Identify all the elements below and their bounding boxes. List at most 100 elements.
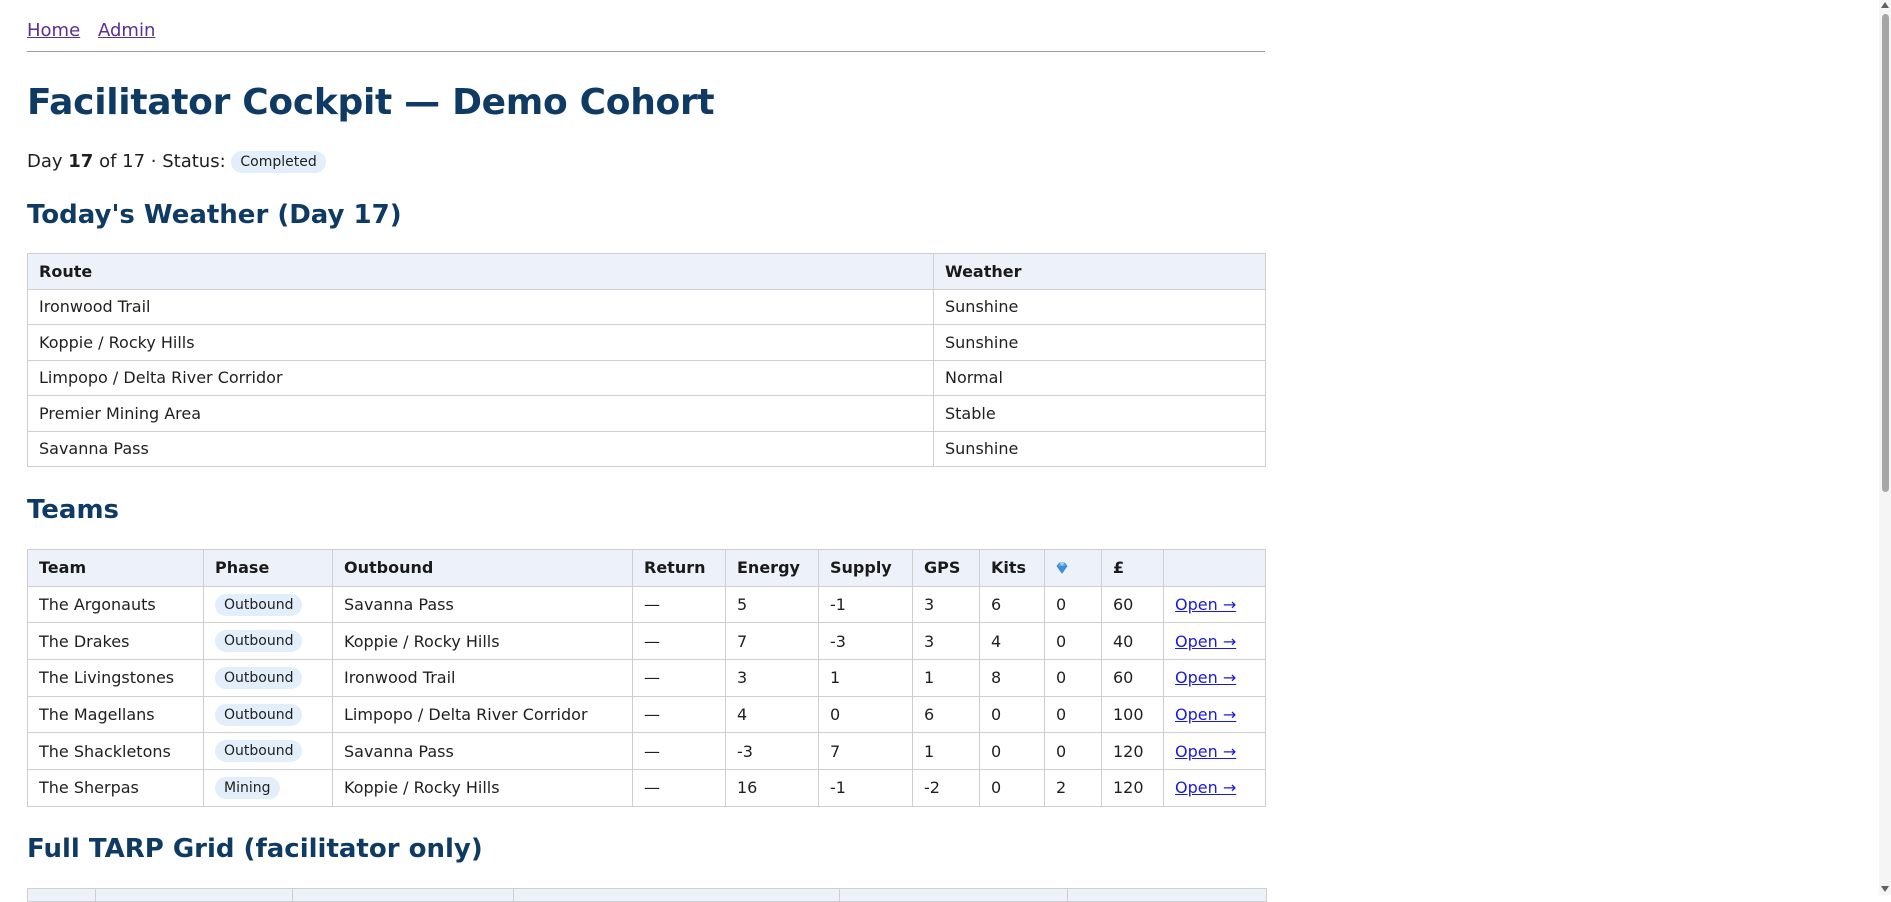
phase-badge: Outbound (215, 740, 303, 763)
open-team-link[interactable]: Open → (1175, 778, 1236, 797)
cell-weather: Sunshine (933, 324, 1266, 361)
teams-table: Team Phase Outbound Return Energy Supply… (27, 549, 1266, 807)
open-team-link[interactable]: Open → (1175, 668, 1236, 687)
cell-route: Savanna Pass (27, 430, 934, 467)
column-header-team: Team (27, 549, 204, 587)
column-header-return: Return (632, 549, 726, 587)
cell-phase: Outbound (203, 695, 333, 734)
cell-route: Premier Mining Area (27, 395, 934, 432)
table-header-row: Team Phase Outbound Return Energy Supply… (27, 549, 1266, 587)
table-row: Premier Mining Area Stable (27, 395, 1266, 432)
cell-team: The Livingstones (27, 659, 204, 697)
open-team-link[interactable]: Open → (1175, 595, 1236, 614)
table-row: The Argonauts Outbound Savanna Pass —5 -1 3 6 0… (27, 585, 1266, 624)
table-header-row: Route Weather (27, 253, 1266, 290)
cell-supply: -1 (818, 769, 913, 807)
cell-route: Limpopo / Delta River Corridor (27, 359, 934, 396)
cell-gps: 3 (912, 622, 980, 661)
scroll-down-arrow-icon[interactable] (1881, 886, 1889, 892)
scrollbar-thumb[interactable] (1882, 14, 1889, 492)
cell-supply: 1 (818, 659, 913, 697)
cell-supply: 0 (818, 695, 913, 734)
cell-kits: 0 (979, 769, 1045, 807)
cell-energy: 7 (725, 622, 819, 661)
cell-gems: 0 (1044, 695, 1102, 734)
table-row: The Shackletons Outbound Savanna Pass — -3 7 1… (27, 732, 1266, 771)
table-row: Savanna Pass Sunshine (27, 430, 1266, 467)
status-badge: Completed (231, 151, 326, 173)
cell-energy: 4 (725, 695, 819, 734)
cell-link: Open → (1163, 695, 1266, 734)
day-prefix: Day (27, 151, 63, 172)
cell-gps: -2 (912, 769, 980, 807)
open-team-link[interactable]: Open → (1175, 632, 1236, 651)
column-header-route: Route (27, 253, 934, 290)
nav-admin-link[interactable]: Admin (98, 19, 155, 43)
cell-kits: 0 (979, 695, 1045, 734)
cell-team: The Magellans (27, 695, 204, 734)
phase-badge: Mining (215, 776, 280, 799)
cell-kits: 4 (979, 622, 1045, 661)
column-header-gps: GPS (912, 549, 980, 587)
cell-weather: Stable (933, 395, 1266, 432)
nav-home-link[interactable]: Home (27, 19, 80, 43)
gem-icon (1056, 562, 1068, 575)
column-header-outbound: Outbound (332, 549, 633, 587)
phase-badge: Outbound (215, 703, 303, 726)
table-row: The Livingstones Outbound Ironwood Trail —3… (27, 659, 1266, 697)
cell-weather: Sunshine (933, 288, 1266, 325)
cell-pounds: 100 (1101, 695, 1164, 734)
cell-energy: -3 (725, 732, 819, 771)
cell-kits: 6 (979, 585, 1045, 624)
open-team-link[interactable]: Open → (1175, 705, 1236, 724)
top-nav: Home Admin (27, 0, 1265, 52)
cell-gps: 1 (912, 659, 980, 697)
table-row: The Sherpas Mining Koppie / Rocky Hills —16… (27, 769, 1266, 807)
table-row: Koppie / Rocky Hills Sunshine (27, 324, 1266, 361)
teams-heading: Teams (27, 495, 120, 525)
cell-outbound: Savanna Pass (332, 732, 633, 771)
table-row: The Drakes Outbound Koppie / Rocky Hills —7… (27, 622, 1266, 661)
phase-badge: Outbound (215, 666, 303, 689)
cell-gps: 3 (912, 585, 980, 624)
cell-supply: -3 (818, 622, 913, 661)
page-content: Home Admin Facilitator Cockpit — Demo Co… (27, 0, 1267, 902)
column-header-weather: Weather (933, 253, 1266, 290)
phase-badge: Outbound (215, 593, 303, 616)
cell-phase: Outbound (203, 659, 333, 697)
cell-team: The Argonauts (27, 585, 204, 624)
cell-phase: Mining (203, 769, 333, 807)
cell-team: The Shackletons (27, 732, 204, 771)
cell-energy: 3 (725, 659, 819, 697)
cell-return: — (632, 585, 726, 624)
cell-gems: 0 (1044, 659, 1102, 697)
cell-link: Open → (1163, 659, 1266, 697)
cell-return: — (632, 769, 726, 807)
column-header-phase: Phase (203, 549, 333, 587)
day-status-line: Day 17 of 17 · Status: Completed (27, 150, 326, 174)
cell-phase: Outbound (203, 585, 333, 624)
cell-weather: Normal (933, 359, 1266, 396)
open-team-link[interactable]: Open → (1175, 742, 1236, 761)
page-scrollbar[interactable] (1879, 0, 1891, 895)
cell-pounds: 120 (1101, 732, 1164, 771)
cell-outbound: Koppie / Rocky Hills (332, 622, 633, 661)
cell-outbound: Limpopo / Delta River Corridor (332, 695, 633, 734)
cell-kits: 8 (979, 659, 1045, 697)
scroll-up-arrow-icon[interactable] (1881, 2, 1889, 8)
cell-gems: 0 (1044, 622, 1102, 661)
cell-energy: 16 (725, 769, 819, 807)
cell-pounds: 60 (1101, 585, 1164, 624)
column-header-pounds: £ (1101, 549, 1164, 587)
cell-team: The Sherpas (27, 769, 204, 807)
cell-outbound: Koppie / Rocky Hills (332, 769, 633, 807)
cell-return: — (632, 659, 726, 697)
cell-route: Ironwood Trail (27, 288, 934, 325)
day-current: 17 (68, 151, 94, 172)
cell-phase: Outbound (203, 622, 333, 661)
weather-heading: Today's Weather (Day 17) (27, 200, 402, 230)
cell-supply: 7 (818, 732, 913, 771)
cell-pounds: 60 (1101, 659, 1164, 697)
table-row: The Magellans Outbound Limpopo / Delta Riv… (27, 695, 1266, 734)
column-header-gems (1044, 549, 1102, 587)
